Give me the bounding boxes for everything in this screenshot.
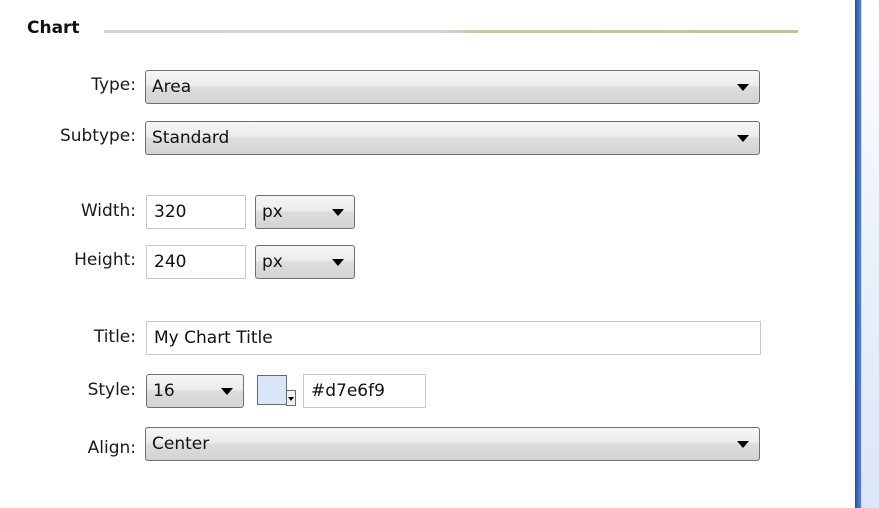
color-picker-dropdown[interactable] <box>286 390 296 406</box>
chevron-down-icon <box>737 135 749 142</box>
height-input[interactable] <box>146 245 246 279</box>
color-hex-input[interactable] <box>303 374 426 408</box>
chart-title-input[interactable] <box>146 321 761 355</box>
align-label: Align: <box>87 438 136 458</box>
type-select-value: Area <box>152 77 192 97</box>
font-size-value: 16 <box>153 381 175 401</box>
chevron-down-icon <box>288 397 294 401</box>
height-unit-select[interactable]: px <box>255 245 355 279</box>
title-label: Title: <box>93 327 136 347</box>
type-label: Type: <box>91 75 136 95</box>
chevron-down-icon <box>332 209 344 216</box>
subtype-select[interactable]: Standard <box>145 121 760 155</box>
height-unit-value: px <box>262 252 283 272</box>
adjacent-panel <box>861 0 879 508</box>
section-divider <box>104 30 798 33</box>
width-input[interactable] <box>146 195 246 229</box>
width-label: Width: <box>80 201 136 221</box>
width-unit-select[interactable]: px <box>255 195 355 229</box>
subtype-label: Subtype: <box>59 126 136 146</box>
width-unit-value: px <box>262 202 283 222</box>
section-title: Chart <box>27 18 80 38</box>
style-label: Style: <box>87 380 136 400</box>
color-swatch-icon <box>257 375 287 405</box>
align-select-value: Center <box>152 434 210 454</box>
chart-settings-panel: Chart Type: Area Subtype: Standard Width… <box>0 0 879 508</box>
chevron-down-icon <box>737 84 749 91</box>
font-size-select[interactable]: 16 <box>146 374 244 408</box>
chevron-down-icon <box>221 388 233 395</box>
color-picker-button[interactable] <box>255 374 296 408</box>
chevron-down-icon <box>332 259 344 266</box>
align-select[interactable]: Center <box>145 427 760 461</box>
subtype-select-value: Standard <box>152 128 230 148</box>
height-label: Height: <box>74 250 136 270</box>
chevron-down-icon <box>737 441 749 448</box>
type-select[interactable]: Area <box>145 70 760 104</box>
